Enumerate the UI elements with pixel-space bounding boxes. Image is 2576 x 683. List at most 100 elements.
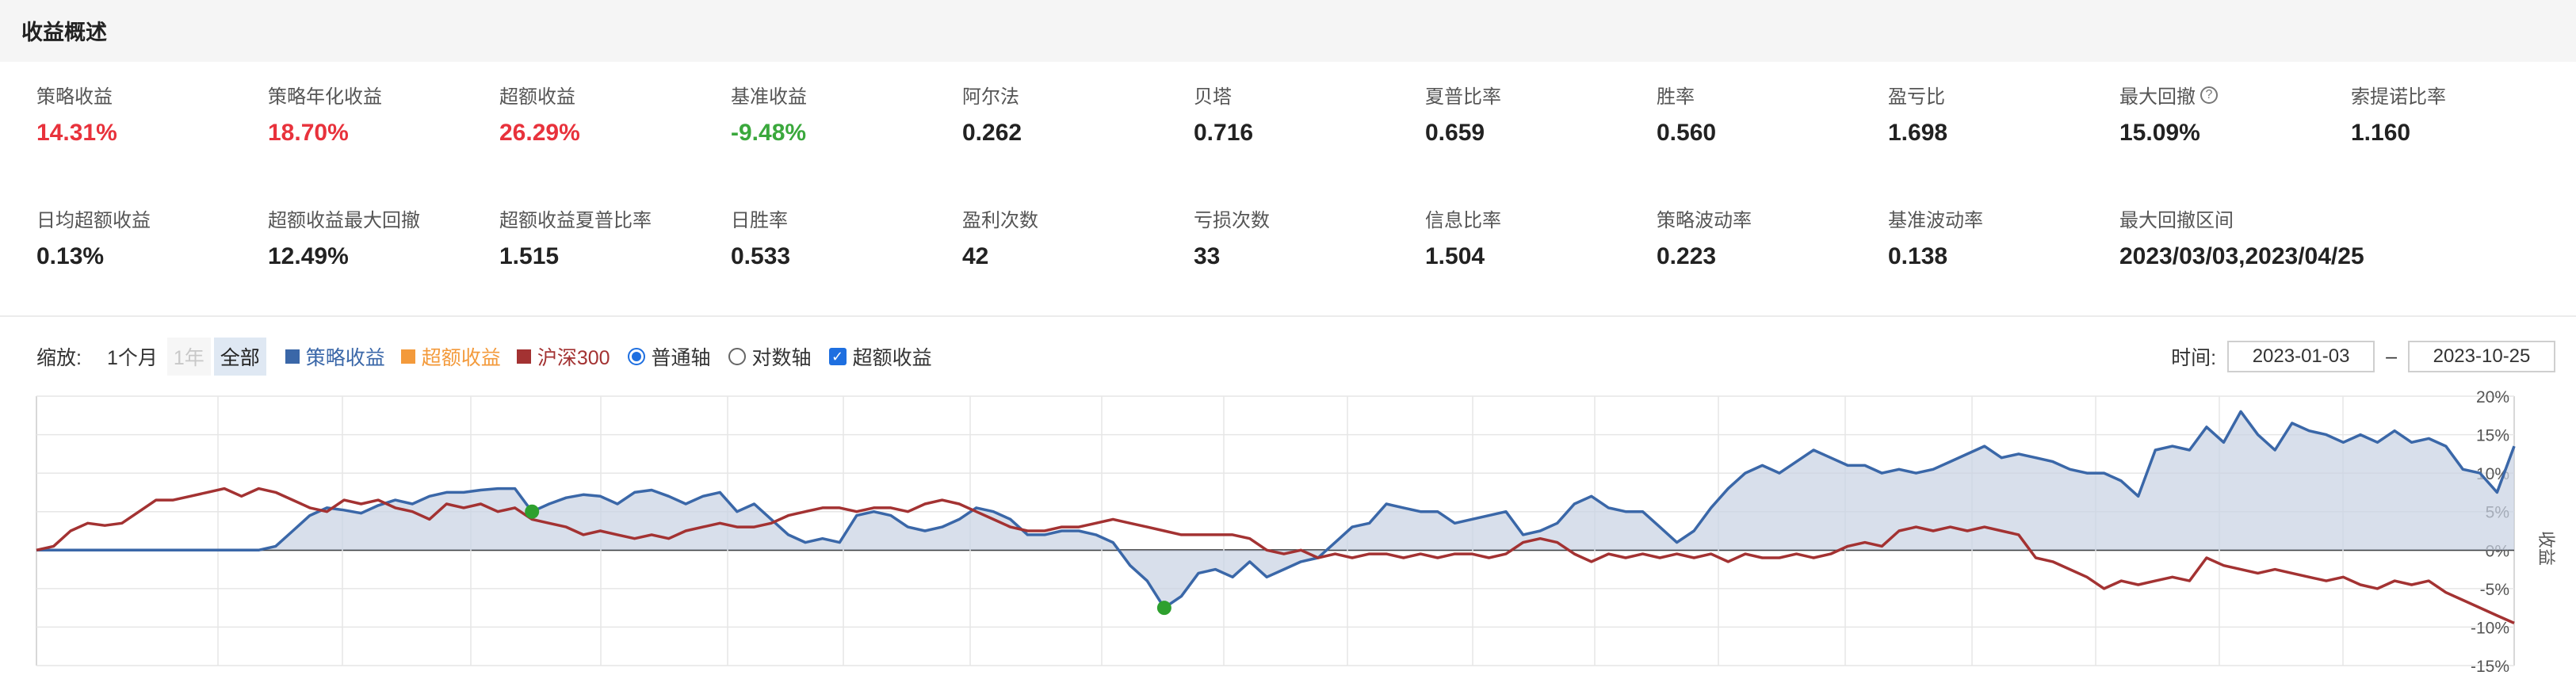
time-label: 时间: [2171,347,2217,369]
returns-chart[interactable]: 20%15%10%5%0%-5%-10%-15%收益 [0,390,2576,683]
y-tick-label: -5% [2480,581,2509,599]
legend-benchmark-label: 沪深300 [537,347,610,369]
metric-value: 0.716 [1194,120,1254,146]
metric-value: 0.138 [1888,243,1948,269]
legend-excess-label: 超额收益 [421,347,501,369]
metric-cell: 超额收益夏普比率 1.515 [499,204,652,270]
normal-axis-radio[interactable] [627,348,645,365]
y-tick-label: -10% [2471,619,2509,637]
y-axis-label: 收益 [2536,531,2556,566]
legend-excess-swatch [400,349,415,364]
metric-value: 1.504 [1425,243,1485,269]
metric-label-text: 索提诺比率 [2351,86,2446,108]
drawdown-marker [525,504,540,519]
normal-axis-label: 普通轴 [651,347,711,369]
metric-cell: 策略波动率 0.223 [1657,204,1752,270]
chart-toolbar: 缩放: 1个月 1年 全部 策略收益 超额收益 沪深300 普通轴 对数轴 ✓ … [36,338,932,376]
metric-label-text: 盈亏比 [1888,86,1945,108]
metric-value: 2023/03/03,2023/04/25 [2119,243,2364,269]
y-tick-label: 15% [2476,427,2509,445]
metric-value: 0.262 [962,120,1022,146]
metric-cell: 日均超额收益 0.13% [36,204,151,270]
metric-label: 策略收益 [36,81,117,109]
metric-value: 33 [1194,243,1221,269]
metric-cell: 基准收益 -9.48% [731,81,807,147]
metric-label-text: 超额收益 [499,86,575,108]
metric-cell: 亏损次数 33 [1194,204,1270,270]
metric-value: 26.29% [499,120,580,146]
metric-label: 阿尔法 [962,81,1022,109]
metric-cell: 夏普比率 0.659 [1425,81,1501,147]
metric-value: 1.515 [499,243,560,269]
metric-value: 0.223 [1657,243,1717,269]
metric-value: 12.49% [268,243,349,269]
start-date-input[interactable] [2227,341,2375,372]
metric-value: 0.560 [1657,120,1717,146]
metric-cell: 基准波动率 0.138 [1888,204,1983,270]
time-range: 时间: – [2171,341,2555,372]
metric-label: 索提诺比率 [2351,81,2446,109]
summary-header: 收益概述 [0,0,2576,62]
metric-label: 最大回撤区间 [2119,204,2364,232]
metric-label-text: 策略收益 [36,86,113,108]
metric-value: 42 [962,243,989,269]
metric-cell: 盈利次数 42 [962,204,1038,270]
metric-label-text: 阿尔法 [962,86,1019,108]
metric-value: 18.70% [268,120,349,146]
help-icon[interactable]: ? [2200,86,2218,104]
metric-label-text: 超额收益夏普比率 [499,210,652,231]
metric-label-text: 贝塔 [1194,86,1232,108]
metric-label: 盈亏比 [1888,81,1947,109]
metric-label: 盈利次数 [962,204,1038,232]
metric-label-text: 日胜率 [731,210,788,231]
log-axis-radio[interactable] [728,348,746,365]
metric-cell: 信息比率 1.504 [1425,204,1501,270]
excess-return-checkbox-label: 超额收益 [852,347,932,369]
metric-label-text: 最大回撤区间 [2119,210,2234,231]
y-tick-label: -15% [2471,658,2509,676]
metric-cell: 胜率 0.560 [1657,81,1716,147]
metric-label-text: 基准波动率 [1888,210,1983,231]
metric-value: 1.698 [1888,120,1948,146]
metric-label: 策略年化收益 [268,81,382,109]
metric-label-text: 超额收益最大回撤 [268,210,420,231]
metric-cell: 贝塔 0.716 [1194,81,1253,147]
legend-benchmark[interactable]: 沪深300 [516,342,610,371]
metric-cell: 日胜率 0.533 [731,204,790,270]
legend-strategy[interactable]: 策略收益 [285,342,385,371]
section-divider [0,315,2576,317]
zoom-1-month-button[interactable]: 1个月 [101,338,164,376]
drawdown-marker [1156,601,1171,616]
zoom-all-button[interactable]: 全部 [213,338,266,376]
metric-cell: 最大回撤区间 2023/03/03,2023/04/25 [2119,204,2364,270]
log-axis-label: 对数轴 [751,347,812,369]
metric-label: 策略波动率 [1657,204,1752,232]
metric-value: 14.31% [36,120,117,146]
date-separator: – [2386,345,2397,368]
zoom-1-year-button[interactable]: 1年 [166,338,211,376]
metric-label: 超额收益夏普比率 [499,204,652,232]
metric-label-text: 胜率 [1657,86,1695,108]
metric-label: 日胜率 [731,204,790,232]
metric-label: 夏普比率 [1425,81,1501,109]
metric-label-text: 夏普比率 [1425,86,1501,108]
metric-label-text: 盈利次数 [962,210,1038,231]
metric-value: 1.160 [2351,120,2411,146]
excess-return-checkbox[interactable]: ✓ [828,348,847,365]
metric-cell: 盈亏比 1.698 [1888,81,1947,147]
metric-label: 超额收益 [499,81,580,109]
metric-value: 0.533 [731,243,791,269]
metric-cell: 策略收益 14.31% [36,81,117,147]
metric-label-text: 亏损次数 [1194,210,1270,231]
metric-label-text: 信息比率 [1425,210,1501,231]
metric-cell: 超额收益最大回撤 12.49% [268,204,420,270]
zoom-label: 缩放: [36,347,82,369]
section-title: 收益概述 [21,21,107,44]
metric-label-text: 策略波动率 [1657,210,1752,231]
metric-label: 亏损次数 [1194,204,1270,232]
legend-excess[interactable]: 超额收益 [400,342,501,371]
end-date-input[interactable] [2408,341,2555,372]
metric-cell: 超额收益 26.29% [499,81,580,147]
metric-value: -9.48% [731,120,807,146]
y-tick-label: 20% [2476,390,2509,406]
